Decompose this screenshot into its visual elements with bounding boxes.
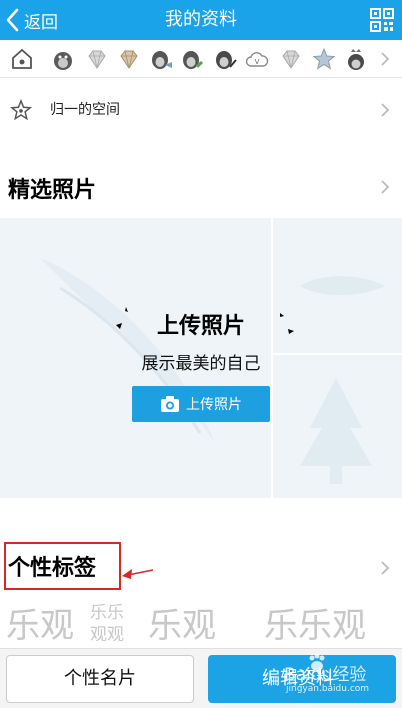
cloud-vip-icon: V bbox=[245, 52, 269, 67]
space-label: 归一的空间 bbox=[50, 102, 120, 118]
diamond-gray-icon bbox=[282, 50, 300, 69]
diamond-gray-icon bbox=[88, 50, 106, 69]
tag-watermark-text: 乐乐观 bbox=[264, 606, 366, 646]
tag-watermark-text: 乐观 bbox=[148, 606, 216, 646]
profile-card-button[interactable]: 个性名片 bbox=[6, 655, 194, 703]
penguin-pen-icon bbox=[216, 51, 237, 69]
featured-photos-title: 精选照片 bbox=[8, 178, 97, 203]
upload-title: 上传照片 bbox=[156, 314, 245, 339]
top-nav-bar: 返回 我的资料 bbox=[0, 0, 402, 40]
upload-photo-button[interactable]: 上传照片 bbox=[132, 386, 270, 422]
diamond-tan-icon bbox=[120, 50, 138, 69]
tag-watermark-text: 乐观 bbox=[6, 606, 74, 646]
penguin-gray-icon bbox=[54, 52, 72, 70]
penguin-fish-icon bbox=[152, 51, 172, 69]
star-blue-icon bbox=[312, 47, 336, 70]
chevron-right-icon bbox=[381, 561, 390, 575]
chevron-right-icon bbox=[381, 103, 390, 117]
home-star-icon bbox=[12, 48, 32, 69]
chevron-right-icon bbox=[381, 52, 390, 66]
annotation-arrow-icon bbox=[122, 569, 154, 579]
baidu-watermark-url: jingyan.baidu.com bbox=[286, 684, 370, 694]
penguin-green-icon bbox=[183, 51, 203, 69]
featured-photos-row[interactable]: 精选照片 bbox=[0, 164, 402, 210]
upload-button-label: 上传照片 bbox=[186, 397, 242, 413]
page-title: 我的资料 bbox=[165, 9, 237, 30]
camera-icon bbox=[161, 396, 179, 412]
baidu-watermark: Baidu经验 bbox=[284, 665, 367, 685]
qr-code-icon[interactable] bbox=[370, 8, 394, 32]
tag-watermark-text: 观观 bbox=[90, 625, 124, 645]
chevron-right-icon bbox=[381, 180, 390, 194]
badge-row[interactable]: V bbox=[0, 40, 402, 78]
svg-text:V: V bbox=[255, 58, 260, 66]
upload-subtitle: 展示最美的自己 bbox=[141, 354, 261, 374]
personal-tags-title: 个性标签 bbox=[8, 556, 97, 581]
space-row[interactable]: 归一的空间 bbox=[0, 88, 402, 132]
star-outline-icon bbox=[10, 99, 32, 121]
penguin-crown-icon bbox=[348, 49, 364, 70]
